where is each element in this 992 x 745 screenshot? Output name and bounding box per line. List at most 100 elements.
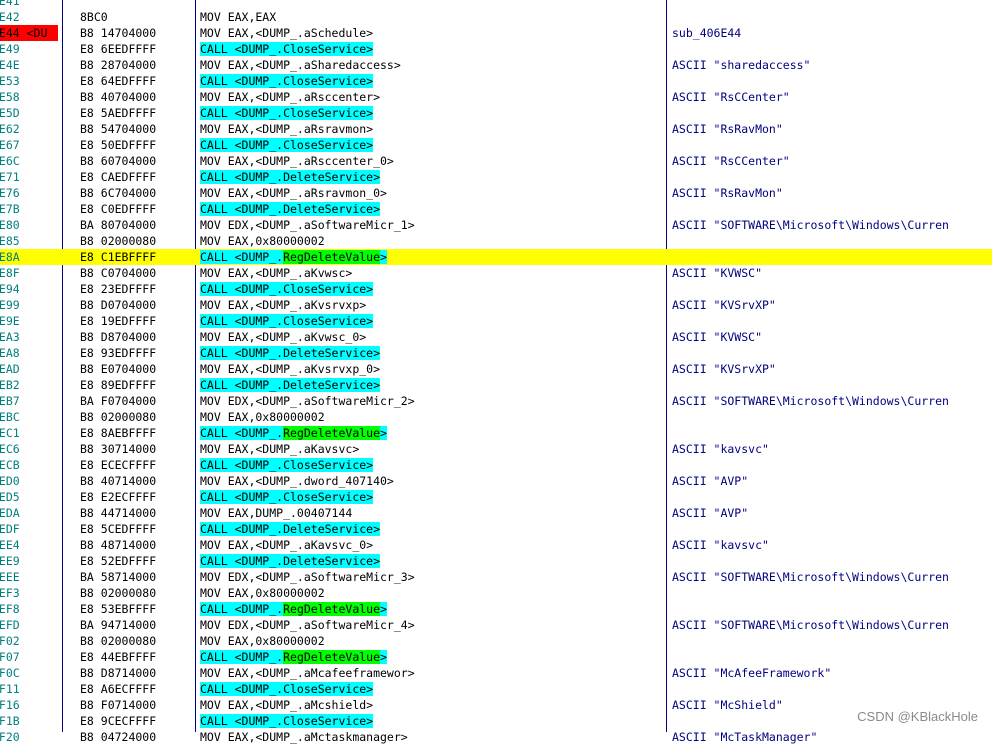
comment-cell [672, 169, 992, 185]
address-cell: 5F16 [0, 698, 20, 712]
disassembly-cell: CALL <DUMP_.CloseService> [200, 713, 660, 729]
call-highlight: CALL <DUMP_.CloseService> [200, 138, 374, 152]
disassembly-cell: CALL <DUMP_.CloseService> [200, 105, 660, 121]
code-row[interactable]: 5EF8 E8 53EBFFFF CALL <DUMP_.RegDeleteValu… [0, 601, 992, 617]
code-row[interactable]: 5EA8 E8 93EDFFFF CALL <DUMP_.DeleteService… [0, 345, 992, 361]
address-cell: 5E62 [0, 122, 20, 136]
disassembly-cell: MOV EAX,<DUMP_.aKvsrvxp> [200, 298, 367, 312]
comment-cell [672, 137, 992, 153]
code-row[interactable]: 5EBC B8 02000080 MOV EAX,0x80000002 [0, 409, 992, 425]
code-row[interactable]: 5E76 B8 6C704000 MOV EAX,<DUMP_.aRsravmon_… [0, 185, 992, 201]
code-row[interactable]: 5ED0 B8 40714000 MOV EAX,<DUMP_.dword_4071… [0, 473, 992, 489]
regdeletevalue-highlight: RegDeleteValue [283, 250, 381, 264]
disassembly-cell: CALL <DUMP_.RegDeleteValue> [200, 649, 660, 665]
disassembly-cell: MOV EAX,<DUMP_.aKavsvc> [200, 442, 360, 456]
code-row[interactable]: 5E8F B8 C0704000 MOV EAX,<DUMP_.aKvwsc> ASC… [0, 265, 992, 281]
hex-dump-cell: E8 23EDFFFF [80, 282, 157, 296]
call-highlight: CALL <DUMP_.DeleteService> [200, 522, 381, 536]
hex-dump-cell: B8 40704000 [80, 90, 157, 104]
hex-dump-cell: E8 5CEDFFFF [80, 522, 157, 536]
call-highlight: CALL <DUMP_.CloseService> [200, 458, 374, 472]
code-row[interactable]: 5EDF E8 5CEDFFFF CALL <DUMP_.DeleteService… [0, 521, 992, 537]
code-row[interactable]: 5E9E E8 19EDFFFF CALL <DUMP_.CloseService> [0, 313, 992, 329]
address-cell: 5EBC [0, 410, 20, 424]
hex-dump-cell: BA 94714000 [80, 618, 157, 632]
code-row[interactable]: 5EEE BA 58714000 MOV EDX,<DUMP_.aSoftwareM… [0, 569, 992, 585]
code-row[interactable]: 5EE4 B8 48714000 MOV EAX,<DUMP_.aKavsvc_0>… [0, 537, 992, 553]
code-row[interactable]: 5EF3 B8 02000080 MOV EAX,0x80000002 [0, 585, 992, 601]
call-highlight: CALL <DUMP_.CloseService> [200, 74, 374, 88]
code-row[interactable]: 5E85 B8 02000080 MOV EAX,0x80000002 [0, 233, 992, 249]
code-row[interactable]: 5E4E B8 28704000 MOV EAX,<DUMP_.aSharedacc… [0, 57, 992, 73]
code-row[interactable]: 5EA3 B8 D8704000 MOV EAX,<DUMP_.aKvwsc_0> A… [0, 329, 992, 345]
code-row[interactable]: 5E53 E8 64EDFFFF CALL <DUMP_.CloseService> [0, 73, 992, 89]
code-row[interactable]: 5E94 E8 23EDFFFF CALL <DUMP_.CloseService> [0, 281, 992, 297]
comment-cell [672, 521, 992, 537]
disassembly-cell: MOV EAX,<DUMP_.aMctaskmanager> [200, 730, 408, 744]
disassembly-cell: MOV EAX,<DUMP_.aSchedule> [200, 26, 374, 40]
disassembly-cell: MOV EAX,<DUMP_.dword_407140> [200, 474, 394, 488]
address-cell: 5EFD [0, 618, 20, 632]
code-row[interactable]: 5E44 <DU B8 14704000 MOV EAX,<DUMP_.aSched… [0, 25, 992, 41]
code-row[interactable]: 5EB2 E8 89EDFFFF CALL <DUMP_.DeleteService… [0, 377, 992, 393]
address-cell: 5E41 [0, 0, 20, 8]
address-cell: 5EC1 [0, 426, 20, 440]
hex-dump-cell: B8 48714000 [80, 538, 157, 552]
code-row[interactable]: 5EB7 BA F0704000 MOV EDX,<DUMP_.aSoftwareM… [0, 393, 992, 409]
code-row[interactable]: 5E62 B8 54704000 MOV EAX,<DUMP_.aRsravmon>… [0, 121, 992, 137]
disassembly-cell: MOV EDX,<DUMP_.aSoftwareMicr_3> [200, 570, 415, 584]
code-row[interactable]: 5E80 BA 80704000 MOV EDX,<DUMP_.aSoftwareM… [0, 217, 992, 233]
address-cell: 5E71 [0, 170, 20, 184]
comment-cell [672, 281, 992, 297]
disassembly-cell: CALL <DUMP_.CloseService> [200, 281, 660, 297]
comment-cell [672, 649, 992, 665]
code-row[interactable]: 5EAD B8 E0704000 MOV EAX,<DUMP_.aKvsrvxp_0… [0, 361, 992, 377]
address-cell: 5F07 [0, 650, 20, 664]
regdeletevalue-highlight: RegDeleteValue [283, 650, 381, 664]
code-row[interactable]: 5F0C B8 D8714000 MOV EAX,<DUMP_.aMcafeefra… [0, 665, 992, 681]
code-row[interactable]: 5E42 8BC0 MOV EAX,EAX [0, 9, 992, 25]
code-row[interactable]: 5E6C B8 60704000 MOV EAX,<DUMP_.aRsccenter… [0, 153, 992, 169]
disassembly-cell: MOV EDX,<DUMP_.aSoftwareMicr_2> [200, 394, 415, 408]
code-row[interactable]: 5E41 [0, 0, 992, 9]
code-row[interactable]: 5ED5 E8 E2ECFFFF CALL <DUMP_.CloseService> [0, 489, 992, 505]
code-row[interactable]: 5E7B E8 C0EDFFFF CALL <DUMP_.DeleteService… [0, 201, 992, 217]
code-row[interactable]: 5E49 E8 6EEDFFFF CALL <DUMP_.CloseService> [0, 41, 992, 57]
code-row[interactable]: 5EDA B8 44714000 MOV EAX,DUMP_.00407144 ASC… [0, 505, 992, 521]
address-cell: 5E94 [0, 282, 20, 296]
code-row[interactable]: 5ECB E8 ECECFFFF CALL <DUMP_.CloseService> [0, 457, 992, 473]
code-row[interactable]: 5E5D E8 5AEDFFFF CALL <DUMP_.CloseService> [0, 105, 992, 121]
code-row[interactable]: 5EE9 E8 52EDFFFF CALL <DUMP_.DeleteService… [0, 553, 992, 569]
comment-cell: ASCII "RsCCenter" [672, 154, 790, 168]
address-cell: 5ED5 [0, 490, 20, 504]
call-highlight: CALL <DUMP_.CloseService> [200, 490, 374, 504]
call-highlight: > [380, 250, 387, 264]
comment-cell [672, 409, 992, 425]
address-cell: 5E85 [0, 234, 20, 248]
comment-cell: ASCII "SOFTWARE\Microsoft\Windows\Curren [672, 394, 949, 408]
code-row[interactable]: 5E67 E8 50EDFFFF CALL <DUMP_.CloseService> [0, 137, 992, 153]
comment-cell [672, 489, 992, 505]
code-row[interactable]: 5E58 B8 40704000 MOV EAX,<DUMP_.aRsccenter… [0, 89, 992, 105]
code-row[interactable]: 5F1B E8 9CECFFFF CALL <DUMP_.CloseService> [0, 713, 992, 729]
hex-dump-cell: 8BC0 [80, 10, 108, 24]
selected-code-row[interactable]: 5E8A E8 C1EBFFFF CALL <DUMP_.RegDeleteValu… [0, 249, 992, 265]
comment-cell: ASCII "kavsvc" [672, 442, 769, 456]
code-row[interactable]: 5E71 E8 CAEDFFFF CALL <DUMP_.DeleteService… [0, 169, 992, 185]
comment-cell: ASCII "KVSrvXP" [672, 298, 776, 312]
code-row[interactable]: 5F16 B8 F0714000 MOV EAX,<DUMP_.aMcshield>… [0, 697, 992, 713]
code-row[interactable]: 5F02 B8 02000080 MOV EAX,0x80000002 [0, 633, 992, 649]
code-row[interactable]: 5E99 B8 D0704000 MOV EAX,<DUMP_.aKvsrvxp> A… [0, 297, 992, 313]
code-row[interactable]: 5EFD BA 94714000 MOV EDX,<DUMP_.aSoftwareM… [0, 617, 992, 633]
code-row[interactable]: 5F20 B8 04724000 MOV EAX,<DUMP_.aMctaskman… [0, 729, 992, 745]
call-highlight: > [380, 602, 387, 616]
address-cell: 5E4E [0, 58, 20, 72]
code-row[interactable]: 5EC6 B8 30714000 MOV EAX,<DUMP_.aKavsvc> AS… [0, 441, 992, 457]
code-row[interactable]: 5F11 E8 A6ECFFFF CALL <DUMP_.CloseService> [0, 681, 992, 697]
hex-dump-cell: E8 44EBFFFF [80, 650, 157, 664]
hex-dump-cell: B8 30714000 [80, 442, 157, 456]
address-cell: 5E5D [0, 106, 20, 120]
code-row[interactable]: 5EC1 E8 8AEBFFFF CALL <DUMP_.RegDeleteValu… [0, 425, 992, 441]
code-row[interactable]: 5F07 E8 44EBFFFF CALL <DUMP_.RegDeleteValu… [0, 649, 992, 665]
comment-cell: ASCII "AVP" [672, 474, 749, 488]
